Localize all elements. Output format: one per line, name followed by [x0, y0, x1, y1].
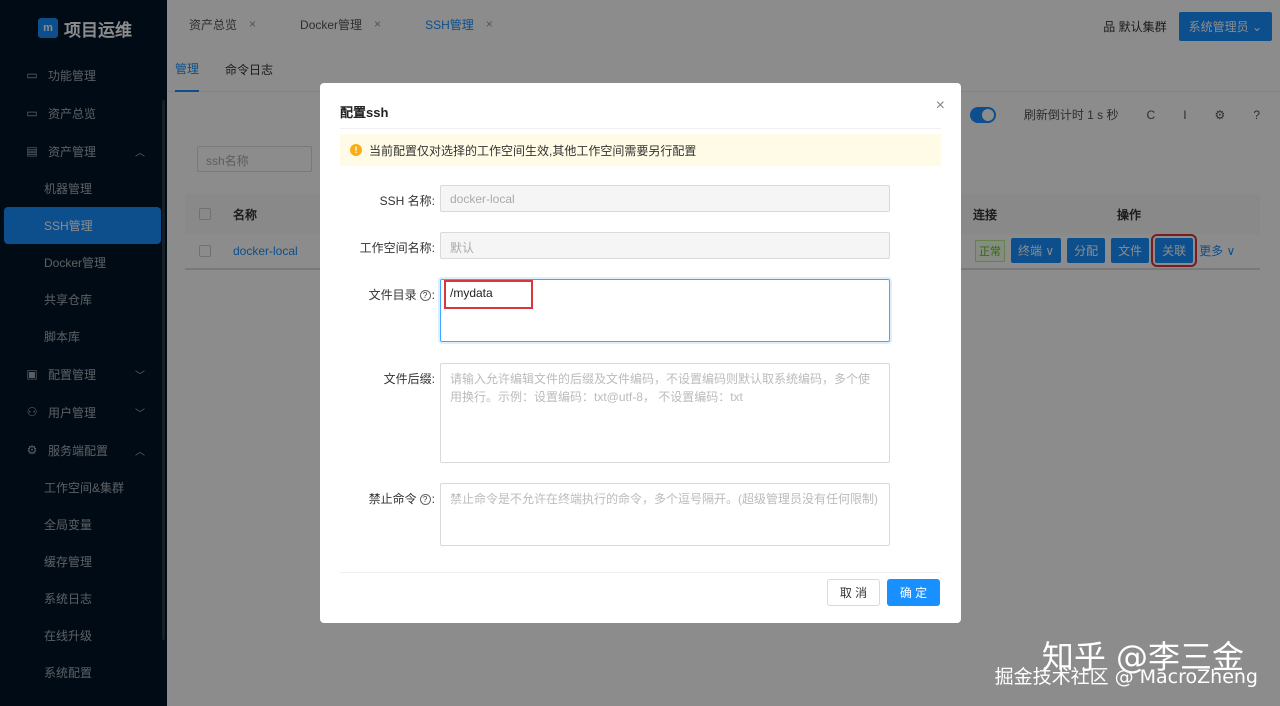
label-colon: :	[431, 288, 435, 302]
close-icon[interactable]: ×	[936, 97, 945, 115]
workspace-name-label: 工作空间名称:	[359, 241, 435, 255]
forbid-cmd-label: 禁止命令?:	[369, 490, 435, 507]
forbid-cmd-textarea[interactable]: 禁止命令是不允许在终端执行的命令，多个逗号隔开。(超级管理员没有任何限制)	[440, 483, 890, 546]
warning-icon: !	[350, 144, 362, 156]
confirm-button[interactable]: 确 定	[887, 579, 940, 606]
file-suffix-label: 文件后缀:	[383, 372, 435, 386]
forbid-cmd-label-text: 禁止命令	[368, 492, 417, 506]
alert-text: 当前配置仅对选择的工作空间生效,其他工作空间需要另行配置	[369, 143, 697, 158]
watermark-juejin: 掘金技术社区 @ MacroZheng	[994, 666, 1258, 688]
divider	[340, 572, 941, 573]
forbid-cmd-placeholder: 禁止命令是不允许在终端执行的命令，多个逗号隔开。(超级管理员没有任何限制)	[450, 492, 878, 506]
divider	[340, 128, 941, 129]
warning-alert: ! 当前配置仅对选择的工作空间生效,其他工作空间需要另行配置	[340, 134, 941, 166]
modal-title: 配置ssh	[340, 105, 389, 120]
file-dir-label: 文件目录?:	[369, 286, 435, 303]
cancel-button[interactable]: 取 消	[827, 579, 880, 606]
highlight-box	[444, 280, 533, 309]
question-icon[interactable]: ?	[419, 290, 431, 302]
ssh-name-field: docker-local	[440, 185, 890, 212]
workspace-name-field: 默认	[440, 232, 890, 259]
config-ssh-modal: 配置ssh × ! 当前配置仅对选择的工作空间生效,其他工作空间需要另行配置 S…	[320, 83, 961, 623]
file-dir-label-text: 文件目录	[368, 288, 417, 302]
file-suffix-textarea[interactable]: 请输入允许编辑文件的后缀及文件编码，不设置编码则默认取系统编码，多个使用换行。示…	[440, 363, 890, 463]
ssh-name-label: SSH 名称:	[379, 194, 435, 208]
question-icon[interactable]: ?	[419, 494, 431, 506]
label-colon: :	[431, 492, 435, 506]
file-suffix-placeholder: 请输入允许编辑文件的后缀及文件编码，不设置编码则默认取系统编码，多个使用换行。示…	[450, 372, 871, 404]
